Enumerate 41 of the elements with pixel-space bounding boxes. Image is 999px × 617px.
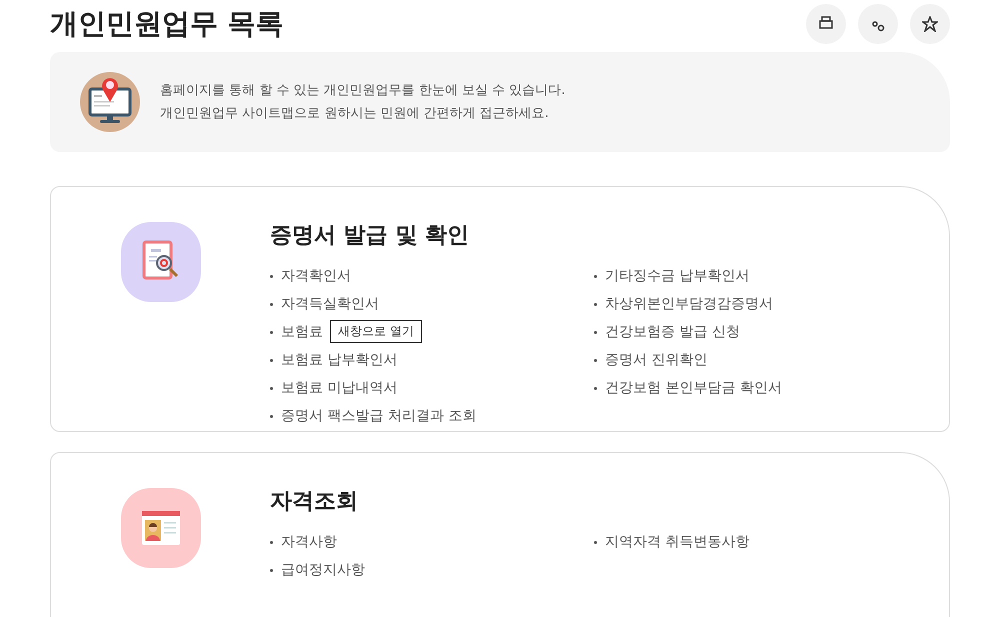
bullet-icon (270, 568, 273, 572)
bullet-icon (594, 540, 597, 544)
service-link[interactable]: 증명서 진위확인 (605, 351, 708, 369)
service-link[interactable]: 자격사항 (281, 533, 337, 551)
bullet-icon (594, 274, 597, 278)
bullet-icon (270, 414, 273, 418)
page-title: 개인민원업무 목록 (50, 6, 284, 42)
notice-text: 개인민원업무 사이트맵으로 원하시는 민원에 간편하게 접근하세요. (160, 105, 550, 123)
bullet-icon (270, 386, 273, 390)
service-link[interactable]: 증명서 팩스발급 처리결과 조회 (281, 407, 476, 425)
bullet-icon (594, 302, 597, 306)
service-link[interactable]: 보험료 납부확인서 (281, 351, 398, 369)
service-link[interactable]: 보험료 (281, 323, 323, 341)
service-link[interactable]: 지역자격 취득변동사항 (605, 533, 750, 551)
id-card-icon (141, 510, 181, 546)
tooltip: 새창으로 열기 (330, 320, 422, 343)
service-link[interactable]: 차상위본인부담경감증명서 (605, 295, 773, 313)
bullet-icon (594, 386, 597, 390)
notice-text: 홈페이지를 통해 할 수 있는 개인민원업무를 한눈에 보실 수 있습니다. (160, 82, 566, 100)
print-icon (818, 16, 834, 32)
bullet-icon (270, 330, 273, 334)
star-icon (922, 16, 938, 32)
service-link[interactable]: 건강보험증 발급 신청 (605, 323, 740, 341)
bullet-icon (270, 274, 273, 278)
bookmark-button[interactable] (910, 4, 950, 44)
service-link[interactable]: 급여정지사항 (281, 561, 365, 579)
bullet-icon (270, 358, 273, 362)
service-link[interactable]: 자격득실확인서 (281, 295, 379, 313)
bullet-icon (270, 540, 273, 544)
section-title: 자격조회 (270, 488, 359, 516)
service-link[interactable]: 건강보험 본인부담금 확인서 (605, 379, 782, 397)
bullet-icon (594, 358, 597, 362)
print-button[interactable] (806, 4, 846, 44)
service-link[interactable]: 자격확인서 (281, 267, 351, 285)
share-button[interactable] (858, 4, 898, 44)
service-link[interactable]: 보험료 미납내역서 (281, 379, 398, 397)
bullet-icon (270, 302, 273, 306)
bullet-icon (594, 330, 597, 334)
section-title: 증명서 발급 및 확인 (270, 222, 470, 250)
service-link[interactable]: 기타징수금 납부확인서 (605, 267, 750, 285)
monitor-pin-icon (80, 72, 140, 132)
